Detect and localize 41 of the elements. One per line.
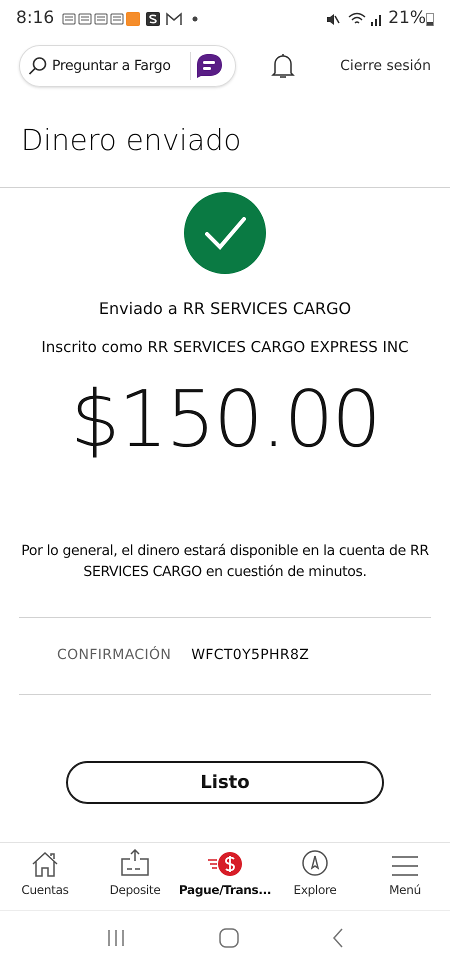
search-field[interactable]: Preguntar a Fargo (52, 56, 186, 76)
menu-icon (390, 855, 420, 877)
confirmation-number: WFCT0Y5PHR8Z (191, 646, 310, 665)
checkmark-icon (184, 192, 266, 274)
notification-icon (62, 13, 76, 25)
notification-icon (78, 13, 92, 25)
dollar-send-icon (207, 851, 243, 877)
availability-note: Por lo general, el dinero estará disponible en la cuenta de RR SERVICES CARGO en cuestión de minutos. (20, 542, 430, 582)
battery-icon (426, 12, 434, 26)
nav-tab[interactable]: Menú (360, 843, 450, 899)
back-icon[interactable] (332, 928, 344, 948)
amount-text: $150.00 (70, 380, 380, 458)
page-title: Dinero enviado (21, 122, 242, 159)
status-time: 8:16 (16, 7, 54, 30)
check-deposit-icon (120, 849, 150, 877)
confirmation-label: CONFIRMACIÓN (57, 645, 172, 665)
notification-icon (110, 13, 124, 25)
notification-icon (94, 13, 108, 25)
done-button[interactable]: Listo (66, 760, 384, 804)
enrolled-text: Inscrito como RR SERVICES CARGO EXPRESS INC (41, 337, 409, 358)
house-icon (31, 851, 59, 877)
notification-icon (146, 12, 160, 26)
nav-tab[interactable]: Explore (270, 843, 360, 899)
battery-percent: 21% (388, 7, 426, 30)
chat-logo-icon[interactable] (195, 53, 223, 79)
nav-tab[interactable]: Cuentas (0, 843, 90, 899)
logout-link[interactable]: Cierre sesión (340, 56, 431, 76)
search-bar[interactable]: Preguntar a Fargo (19, 45, 236, 87)
mail-icon (166, 12, 182, 26)
dot-icon (192, 16, 198, 22)
wifi-icon (348, 12, 366, 26)
recipient-text: Enviado a RR SERVICES CARGO (98, 298, 352, 320)
nav-tab[interactable]: Pague/Trans... (180, 843, 270, 899)
bell-icon[interactable] (271, 53, 296, 79)
notification-icon (126, 12, 140, 26)
recent-apps-icon[interactable] (106, 929, 126, 947)
compass-icon (301, 849, 329, 877)
search-icon (28, 56, 48, 76)
mute-icon (326, 12, 340, 26)
nav-tab[interactable]: Deposite (90, 843, 180, 899)
home-button-icon[interactable] (218, 928, 239, 948)
